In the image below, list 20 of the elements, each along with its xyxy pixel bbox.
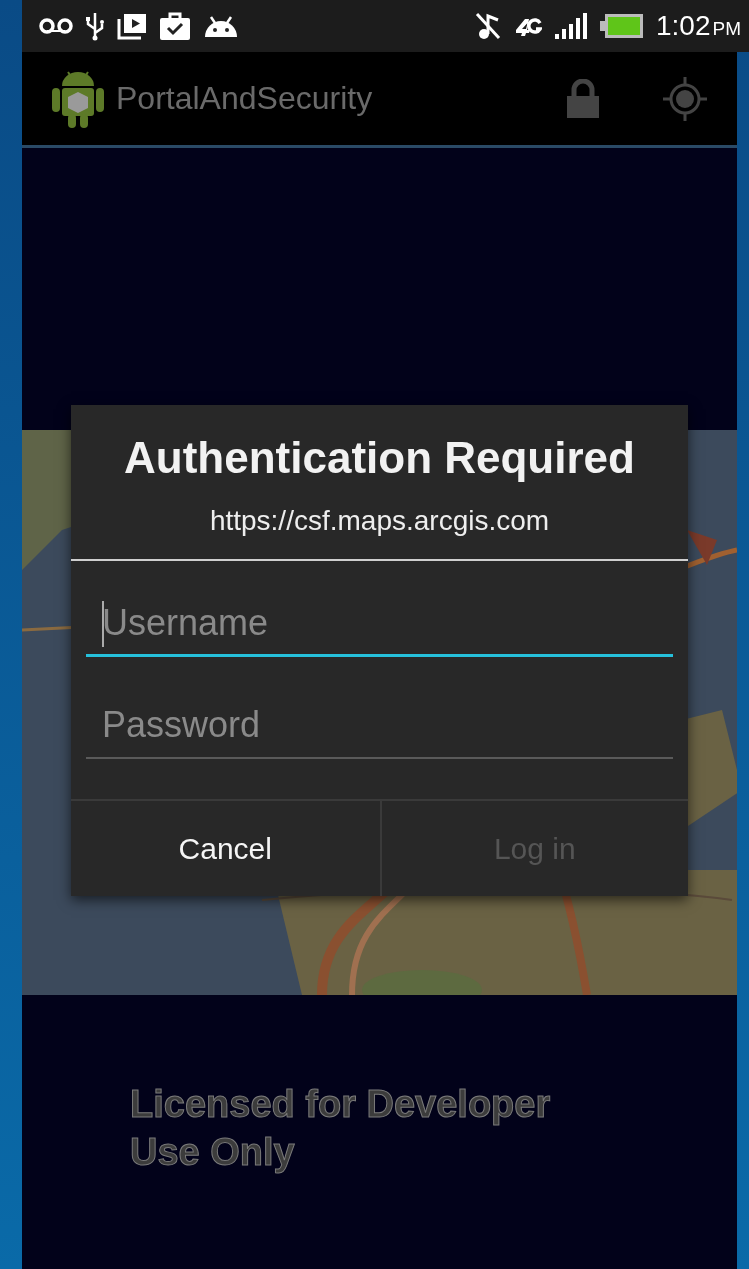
briefcase-check-icon <box>158 11 192 41</box>
muted-note-icon <box>474 11 502 41</box>
input-field[interactable]: Username <box>86 591 673 657</box>
battery-icon <box>600 13 644 39</box>
text-cursor <box>102 601 104 647</box>
media-play-icon <box>116 11 148 41</box>
app-title: PortalAndSecurity <box>116 80 374 117</box>
input-field[interactable]: Password <box>86 693 673 759</box>
dialog-title: Authentication Required <box>123 433 636 483</box>
dialog-button[interactable]: Cancel <box>71 801 380 896</box>
clock-time: 1:02 <box>656 10 711 42</box>
server-url: https://csf.maps.arcgis.com <box>208 505 551 537</box>
network-type-icon <box>514 16 542 36</box>
locate-icon[interactable] <box>661 74 709 123</box>
voicemail-icon <box>38 16 74 36</box>
signal-icon <box>554 12 588 40</box>
usb-icon <box>84 11 106 41</box>
lock-icon[interactable] <box>565 78 601 119</box>
clock-period: PM <box>712 18 741 40</box>
license-notice: Licensed for Developer Use Only <box>130 1082 552 1175</box>
